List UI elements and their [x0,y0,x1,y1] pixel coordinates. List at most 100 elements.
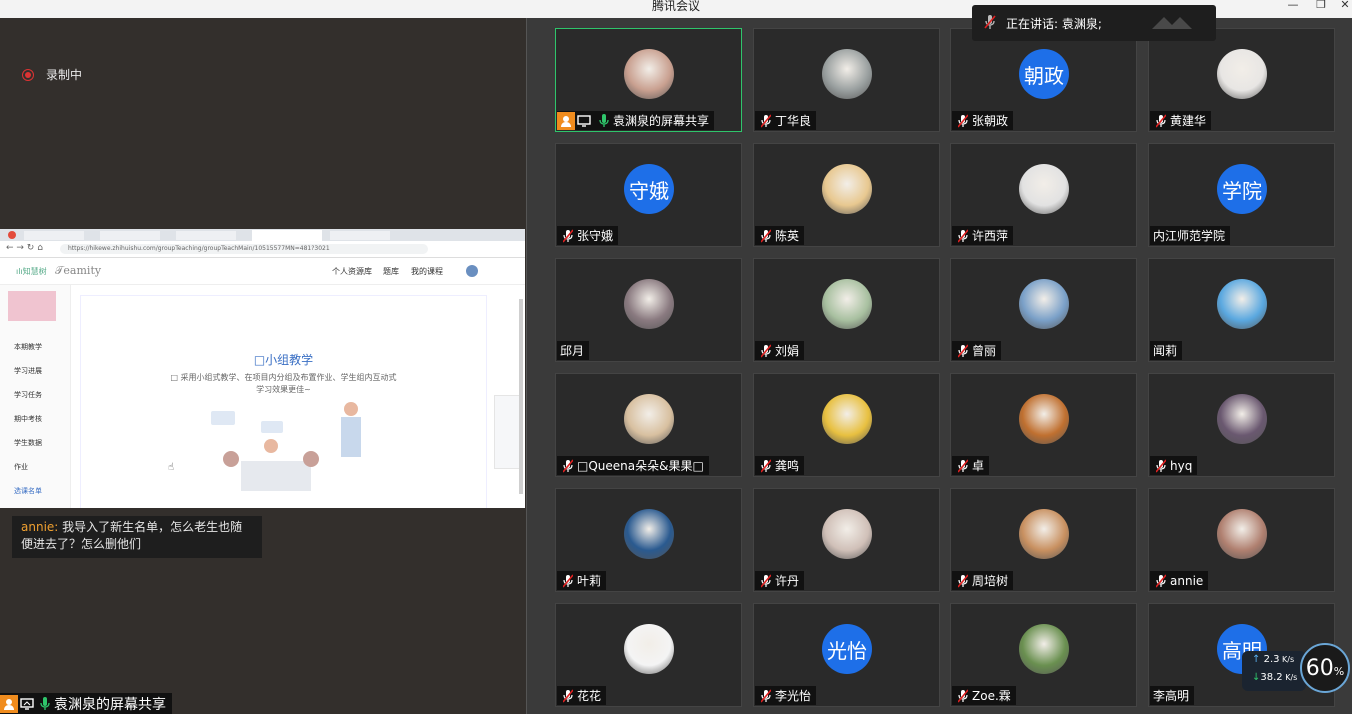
side-item-3: 期中考核 [14,415,42,423]
participant-tile[interactable]: 许西萍 [950,143,1137,247]
participant-name-tag: 内江师范学院 [1150,226,1231,245]
participant-tile[interactable]: □Queena朵朵&果果□ [555,373,742,477]
download-unit: K/s [1285,673,1298,682]
participant-tile[interactable]: 许丹 [753,488,940,592]
participant-tile[interactable]: 邱月 [555,258,742,362]
participant-tile[interactable]: 龚鸣 [753,373,940,477]
muted-mic-icon [561,458,575,474]
participant-tile[interactable]: 陈英 [753,143,940,247]
participant-avatar: 光怡 [822,624,872,674]
site-logo-icon: ılı知慧树 [16,267,47,276]
participant-tile[interactable]: 卓 [950,373,1137,477]
participant-avatar-photo [1019,394,1069,444]
participant-tile[interactable]: 朝政 张朝政 [950,28,1137,132]
participant-tile[interactable]: 黄建华 [1148,28,1335,132]
network-status[interactable]: ↑ 2.3 K/s ↓38.2 K/s 60% [1242,643,1352,693]
participant-name-tag: 袁渊泉的屏幕共享 [557,111,715,130]
upload-speed: 2.3 [1263,654,1280,665]
participant-avatar-photo [624,509,674,559]
muted-mic-icon [956,688,970,704]
speaking-label: 正在讲话: 袁渊泉; [1006,16,1102,31]
participant-name-tag: 黄建华 [1150,111,1212,130]
minimize-icon[interactable]: — [1284,0,1302,14]
mic-on-icon [36,695,54,713]
muted-mic-icon [759,458,773,474]
participant-name: hyq [1170,458,1193,473]
participant-tile[interactable]: 丁华良 [753,28,940,132]
muted-mic-icon [956,113,970,129]
participant-name-tag: 卓 [952,456,990,475]
participant-avatar-photo [822,509,872,559]
participant-avatar-photo [624,394,674,444]
course-cover [8,291,56,321]
muted-mic-icon [1154,458,1168,474]
shared-screen-view[interactable]: ← → ↻ ⌂ https://hikewe.zhihuishu.com/gro… [0,229,525,508]
participant-name: 花花 [577,689,602,703]
floating-tools [494,395,520,469]
participant-name-tag: 李光怡 [755,686,817,705]
participant-name: 许丹 [775,574,800,588]
participant-tile[interactable]: 周培树 [950,488,1137,592]
participant-name: 叶莉 [577,574,602,588]
browser-logo-icon [8,231,16,239]
muted-mic-icon [956,343,970,359]
speaking-indicator: 正在讲话: 袁渊泉; [972,5,1216,41]
participant-name-tag: annie [1150,571,1209,590]
close-icon[interactable]: ✕ [1336,0,1352,14]
participant-tile[interactable]: 刘娟 [753,258,940,362]
participant-tile[interactable]: 袁渊泉的屏幕共享 [555,28,742,132]
upload-unit: K/s [1282,655,1295,664]
participant-tile[interactable]: annie [1148,488,1335,592]
participant-name-tag: 丁华良 [755,111,817,130]
participant-name-tag: 刘娟 [755,341,805,360]
participant-name: 周培树 [972,574,1009,588]
content-heading: □小组教学 [253,353,314,367]
cpu-gauge: 60% [1300,643,1350,693]
recording-label: 录制中 [46,68,83,82]
participant-name: 张朝政 [972,114,1009,128]
participant-avatar-photo [1019,624,1069,674]
screen-share-icon [18,695,36,713]
participant-name-tag: 许西萍 [952,226,1014,245]
muted-mic-icon [759,113,773,129]
participant-tile[interactable]: 叶莉 [555,488,742,592]
muted-mic-icon [561,573,575,589]
side-item-0: 本期教学 [14,343,42,351]
participant-tile[interactable]: 闻莉 [1148,258,1335,362]
side-item-5: 作业 [14,463,28,471]
participant-name: 李高明 [1153,689,1190,703]
participant-name-tag: 曾丽 [952,341,1002,360]
cpu-value: 60 [1305,655,1334,681]
muted-mic-icon [759,343,773,359]
participant-tile[interactable]: 光怡 李光怡 [753,603,940,707]
restore-icon[interactable]: ❐ [1312,0,1330,14]
person-icon [0,694,18,713]
participant-tile[interactable]: 曾丽 [950,258,1137,362]
content-card: □小组教学 □ 采用小组式教学、在项目内分组及布置作业、学生组内互动式 学习效果… [80,295,487,508]
cpu-unit: % [1333,664,1345,678]
participant-name-tag: 龚鸣 [755,456,805,475]
back-icon[interactable]: ← → ↻ ⌂ [6,243,43,253]
participant-tile[interactable]: 花花 [555,603,742,707]
participant-name-tag: 许丹 [755,571,805,590]
participant-avatar-photo [624,624,674,674]
participant-avatar-photo [624,49,674,99]
nav-item-2: 我的课程 [411,267,443,276]
participant-name-tag: hyq [1150,456,1198,475]
shared-scrollbar[interactable] [519,299,523,494]
participant-name-tag: Zoe.霖 [952,686,1016,705]
muted-mic-icon [1154,573,1168,589]
participant-avatar-photo [822,279,872,329]
participant-tile[interactable]: hyq [1148,373,1335,477]
side-item-1: 学习进展 [14,367,42,375]
participant-name: 龚鸣 [775,459,800,473]
participant-name: □Queena朵朵&果果□ [577,459,704,473]
participant-tile[interactable]: 守娥 张守娥 [555,143,742,247]
participant-tile[interactable]: Zoe.霖 [950,603,1137,707]
participant-name: 邱月 [560,344,585,358]
participant-name: 陈英 [775,229,800,243]
participant-tile[interactable]: 学院 内江师范学院 [1148,143,1335,247]
chat-bubble: annie: 我导入了新生名单，怎么老生也随便进去了？怎么删他们 [12,516,262,558]
record-icon [22,68,34,81]
participant-name: 许西萍 [972,229,1009,243]
